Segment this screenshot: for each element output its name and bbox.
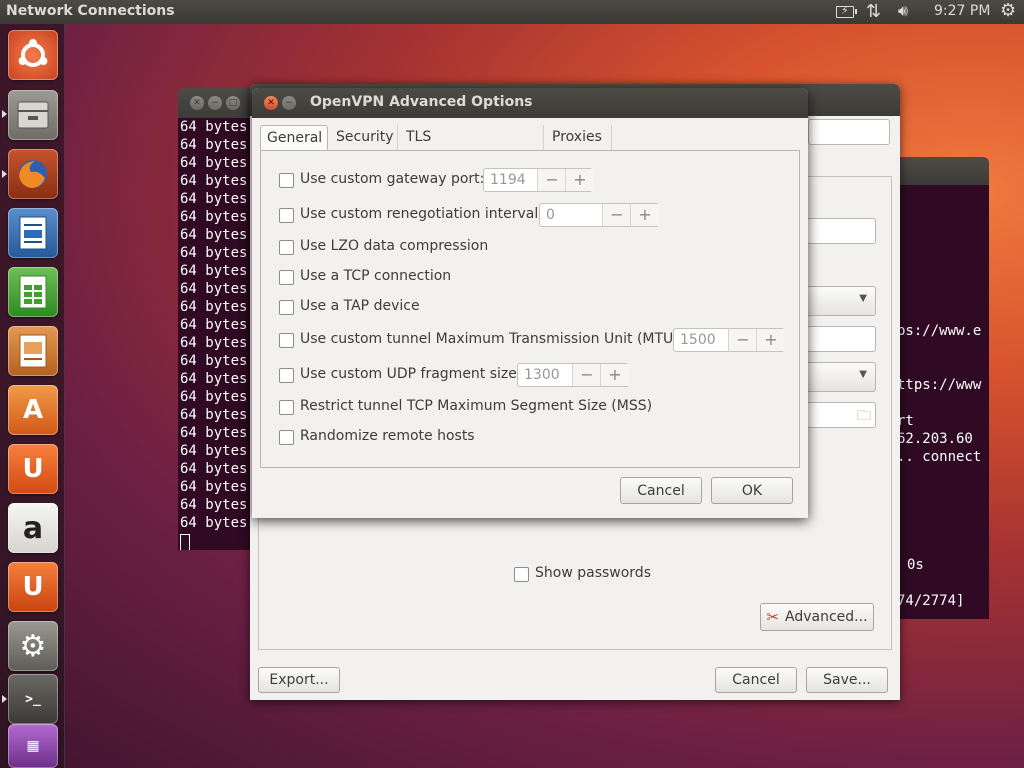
export-button[interactable]: Export... — [258, 667, 340, 693]
gateway-port-value: 1194 — [490, 172, 526, 188]
firefox-icon[interactable] — [8, 149, 58, 199]
workspace-icon[interactable]: ▦ — [8, 724, 58, 768]
udp-fragment-spinner[interactable]: 1300 − + — [517, 363, 629, 387]
mtu-value: 1500 — [680, 332, 716, 348]
running-indicator — [2, 170, 7, 178]
dialog-title: OpenVPN Advanced Options — [310, 94, 533, 110]
private-key-field[interactable]: 🗀 — [806, 402, 876, 428]
tcp-connection-label: Use a TCP connection — [300, 268, 452, 284]
terminal-line: 0s — [907, 557, 924, 573]
tap-device-checkbox[interactable] — [279, 300, 294, 315]
amazon-icon[interactable]: a — [8, 503, 58, 553]
terminal-line: ps://www.e — [897, 323, 982, 339]
gear-icon[interactable]: ⚙ — [1000, 0, 1016, 21]
increment-button[interactable]: + — [630, 204, 659, 226]
increment-button[interactable]: + — [565, 169, 594, 191]
custom-mtu-checkbox[interactable] — [279, 333, 294, 348]
increment-button[interactable]: + — [756, 329, 785, 351]
renegotiation-value: 0 — [546, 207, 555, 223]
app-title: Network Connections — [6, 3, 175, 19]
custom-renegotiation-label: Use custom renegotiation interval: — [300, 206, 543, 222]
custom-renegotiation-checkbox[interactable] — [279, 208, 294, 223]
custom-gateway-port-checkbox[interactable] — [279, 173, 294, 188]
running-indicator — [2, 110, 7, 118]
advanced-button-label: Advanced... — [785, 609, 868, 625]
terminal-window-right: ps://www.e ttps://www rt 62.203.60 .. co… — [895, 157, 989, 619]
system-settings-icon[interactable]: ⚙ — [8, 621, 58, 671]
terminal-titlebar[interactable] — [895, 157, 989, 185]
terminal-icon[interactable]: >_ — [8, 674, 58, 724]
save-button[interactable]: Save... — [806, 667, 888, 693]
impress-icon[interactable] — [8, 326, 58, 376]
gateway-field[interactable] — [806, 218, 876, 244]
randomize-remote-hosts-label: Randomize remote hosts — [300, 428, 475, 444]
general-tab-pane: Use custom gateway port: 1194 − + Use cu… — [260, 150, 800, 468]
volume-icon[interactable]: 🔊︎ — [898, 1, 908, 21]
auth-type-dropdown[interactable]: ▼ — [806, 286, 876, 316]
tab-tls-authentication[interactable]: TLS Authentication — [400, 125, 544, 170]
terminal-output[interactable]: ps://www.e ttps://www rt 62.203.60 .. co… — [895, 185, 989, 619]
dropdown-arrow-icon: ▼ — [859, 369, 867, 380]
custom-udp-fragment-label: Use custom UDP fragment size: — [300, 366, 522, 382]
calc-icon[interactable] — [8, 267, 58, 317]
close-icon[interactable]: ✕ — [264, 96, 278, 110]
close-icon[interactable]: ✕ — [190, 96, 204, 110]
minimize-icon[interactable]: − — [208, 96, 222, 110]
show-passwords-label: Show passwords — [535, 565, 651, 581]
running-indicator — [2, 695, 7, 703]
gateway-port-spinner[interactable]: 1194 − + — [483, 168, 594, 192]
top-panel: Network Connections ⚡ ⇅ 🔊︎ 9:27 PM ⚙ — [0, 0, 1024, 24]
tap-device-label: Use a TAP device — [300, 298, 420, 314]
ok-button[interactable]: OK — [711, 477, 793, 504]
advanced-button[interactable]: ✂ Advanced... — [760, 603, 874, 631]
randomize-remote-hosts-checkbox[interactable] — [279, 430, 294, 445]
tab-security[interactable]: Security — [330, 125, 398, 151]
lzo-compression-label: Use LZO data compression — [300, 238, 489, 254]
ubuntu-one-icon[interactable]: U — [8, 444, 58, 494]
mtu-spinner[interactable]: 1500 − + — [673, 328, 785, 352]
decrement-button[interactable]: − — [728, 329, 757, 351]
connection-name-field[interactable] — [808, 119, 890, 145]
decrement-button[interactable]: − — [602, 204, 631, 226]
udp-fragment-value: 1300 — [524, 367, 560, 383]
custom-mtu-label: Use custom tunnel Maximum Transmission U… — [300, 331, 684, 347]
writer-icon[interactable] — [8, 208, 58, 258]
custom-udp-fragment-checkbox[interactable] — [279, 368, 294, 383]
tools-icon: ✂ — [766, 608, 780, 626]
dialog-titlebar[interactable]: ✕ − OpenVPN Advanced Options — [252, 88, 808, 118]
increment-button[interactable]: + — [600, 364, 629, 386]
decrement-button[interactable]: − — [537, 169, 566, 191]
files-icon[interactable] — [8, 90, 58, 140]
terminal-line: 62.203.60 — [897, 431, 973, 447]
terminal-line: 74/2774] — [897, 593, 965, 609]
openvpn-advanced-dialog: ✕ − OpenVPN Advanced Options General Sec… — [252, 88, 808, 518]
ubuntu-one-music-icon[interactable]: U — [8, 562, 58, 612]
network-arrows-icon[interactable]: ⇅ — [866, 1, 881, 22]
certificate-field[interactable] — [806, 326, 876, 352]
custom-gateway-port-label: Use custom gateway port: — [300, 171, 485, 187]
lzo-compression-checkbox[interactable] — [279, 240, 294, 255]
software-center-icon[interactable]: A — [8, 385, 58, 435]
terminal-line: .. connect — [897, 449, 982, 465]
battery-icon[interactable]: ⚡ — [836, 4, 857, 18]
decrement-button[interactable]: − — [572, 364, 601, 386]
tcp-connection-checkbox[interactable] — [279, 270, 294, 285]
show-passwords-checkbox[interactable] — [514, 567, 529, 582]
restrict-mss-checkbox[interactable] — [279, 400, 294, 415]
restrict-mss-label: Restrict tunnel TCP Maximum Segment Size… — [300, 398, 653, 414]
cancel-button[interactable]: Cancel — [715, 667, 797, 693]
maximize-icon[interactable]: □ — [226, 96, 240, 110]
clock[interactable]: 9:27 PM — [934, 3, 990, 19]
launcher: A U a U ⚙ >_ ▦ — [0, 24, 65, 768]
minimize-icon[interactable]: − — [282, 96, 296, 110]
ubuntu-dash-icon[interactable] — [8, 30, 58, 80]
dropdown-arrow-icon: ▼ — [859, 293, 867, 304]
tab-general[interactable]: General — [260, 125, 328, 152]
folder-icon[interactable]: 🗀 — [857, 405, 871, 429]
terminal-line: ttps://www — [897, 377, 982, 393]
renegotiation-spinner[interactable]: 0 − + — [539, 203, 659, 227]
tab-proxies[interactable]: Proxies — [546, 125, 612, 151]
cancel-button[interactable]: Cancel — [620, 477, 702, 504]
key-dropdown[interactable]: ▼ — [806, 362, 876, 392]
